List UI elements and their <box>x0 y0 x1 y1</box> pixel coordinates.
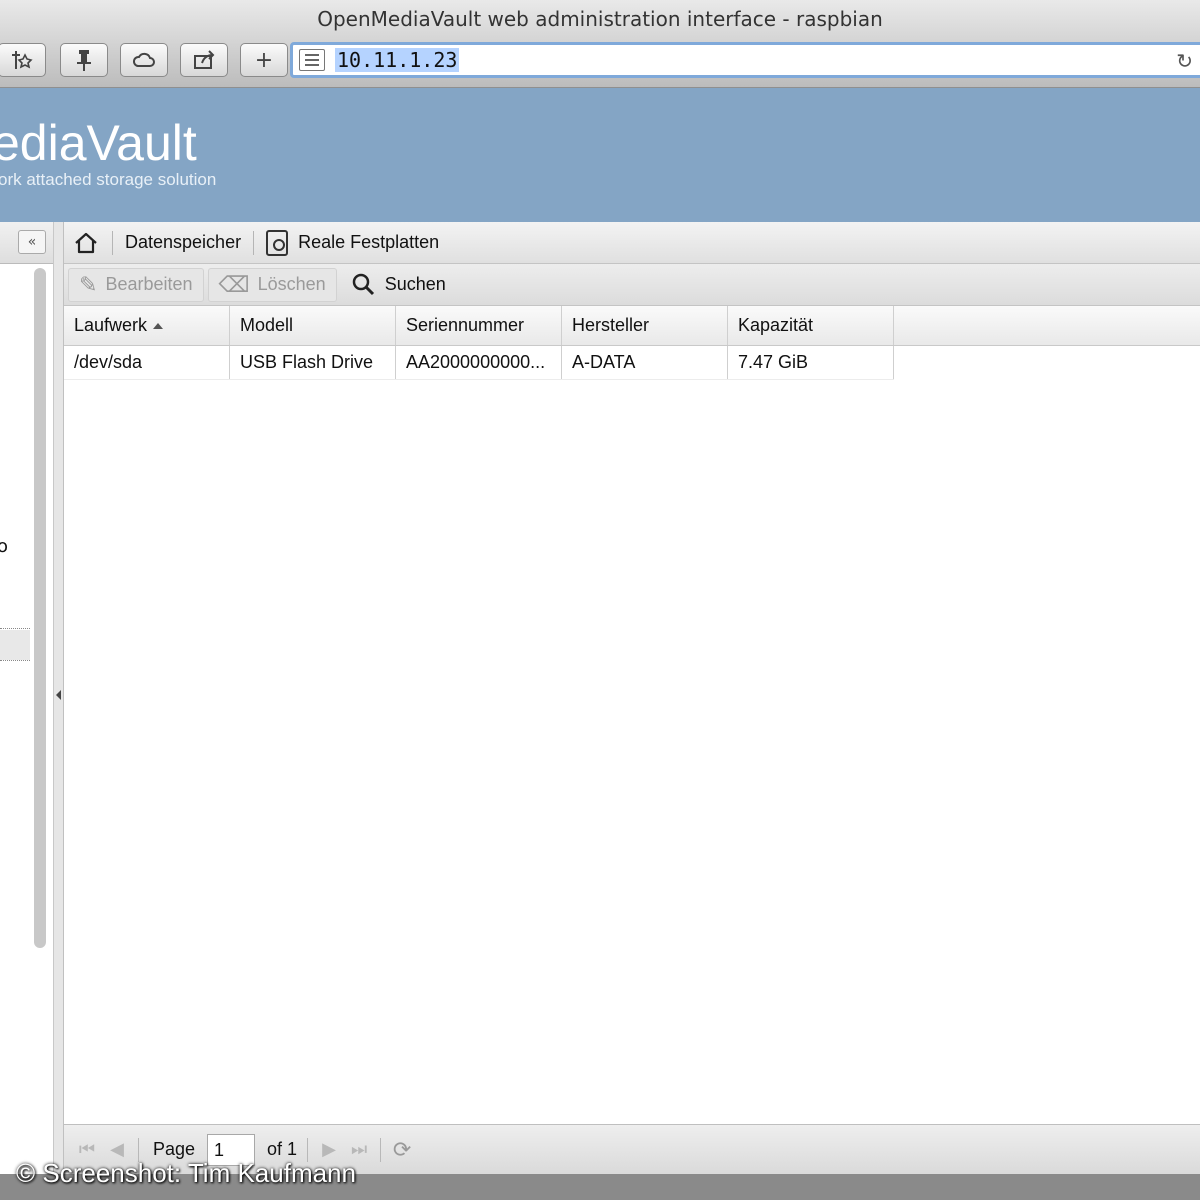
reader-icon[interactable] <box>299 49 325 71</box>
column-header-filler <box>894 306 1200 345</box>
delete-button[interactable]: ⌫ Löschen <box>207 267 337 302</box>
breadcrumb-separator <box>253 230 255 255</box>
pencil-icon: ✎ <box>79 271 98 297</box>
search-icon <box>352 273 374 295</box>
share-button[interactable] <box>180 43 228 77</box>
previous-page-icon[interactable]: ◀ <box>102 1139 132 1160</box>
pin-button[interactable] <box>60 43 108 77</box>
watermark-text: © Screenshot: Tim Kaufmann <box>16 1158 356 1188</box>
column-header-seriennummer[interactable]: Seriennummer <box>396 306 562 345</box>
url-text[interactable]: 10.11.1.23 <box>335 48 460 72</box>
main-panel: Datenspeicher Reale Festplatten ✎ Bearbe… <box>64 222 1200 1200</box>
table-cell: AA2000000000... <box>396 346 562 379</box>
plus-icon: + <box>254 47 274 73</box>
next-page-icon[interactable]: ▶ <box>314 1139 344 1160</box>
icloud-button[interactable] <box>120 43 168 77</box>
column-header-label: Laufwerk <box>74 315 148 335</box>
navigation-scrollbar[interactable] <box>34 268 46 948</box>
table-cell: A-DATA <box>562 346 728 379</box>
column-header-modell[interactable]: Modell <box>230 306 396 345</box>
last-page-icon[interactable]: ⏭ <box>344 1139 374 1160</box>
breadcrumb-item-reale-festplatten[interactable]: Reale Festplatten <box>298 232 439 253</box>
collapse-panel-button[interactable]: « <box>18 230 46 254</box>
pin-icon <box>77 50 91 71</box>
disk-grid: Laufwerk Modell Seriennummer Hersteller … <box>64 306 1200 380</box>
page-label: Page <box>153 1139 196 1159</box>
grid-header: Laufwerk Modell Seriennummer Hersteller … <box>64 306 1200 346</box>
navigation-divider <box>0 628 30 629</box>
window-title: OpenMediaVault web administration interf… <box>0 0 1200 38</box>
eraser-icon: ⌫ <box>218 271 250 297</box>
search-button[interactable]: Suchen <box>341 268 456 302</box>
page-count-label: of 1 <box>267 1139 298 1159</box>
navigation-panel: « o <box>0 222 54 1200</box>
column-header-laufwerk[interactable]: Laufwerk <box>64 306 230 345</box>
table-cell: 7.47 GiB <box>728 346 894 379</box>
harddisk-icon <box>266 229 289 256</box>
first-page-icon[interactable]: ⏮ <box>72 1139 102 1160</box>
column-header-hersteller[interactable]: Hersteller <box>562 306 728 345</box>
browser-toolbar: + 10.11.1.23 ↻ <box>0 38 1200 88</box>
search-button-label: Suchen <box>384 274 446 294</box>
column-header-kapazitaet[interactable]: Kapazität <box>728 306 894 345</box>
reload-icon[interactable]: ↻ <box>1176 49 1193 73</box>
navigation-item-fragment[interactable]: o <box>0 536 8 557</box>
action-toolbar: ✎ Bearbeiten ⌫ Löschen Suchen <box>64 264 1200 306</box>
column-header-label: Kapazität <box>738 315 814 335</box>
edit-button-label: Bearbeiten <box>105 274 193 294</box>
column-header-label: Hersteller <box>572 315 650 335</box>
sort-ascending-icon <box>153 322 164 329</box>
splitter-arrow-icon[interactable] <box>56 690 61 700</box>
navigation-item-selected[interactable] <box>0 630 30 660</box>
app-header: ediaVault ork attached storage solution <box>0 88 1200 222</box>
table-cell: USB Flash Drive <box>230 346 396 379</box>
column-header-label: Modell <box>240 315 294 335</box>
refresh-icon[interactable]: ⟳ <box>387 1137 417 1163</box>
column-header-label: Seriennummer <box>406 315 525 335</box>
home-button[interactable] <box>72 229 100 257</box>
bookmark-add-button[interactable] <box>0 43 46 77</box>
logo-title: ediaVault <box>0 115 197 171</box>
cloud-icon <box>132 52 155 67</box>
home-icon <box>75 232 97 253</box>
address-bar[interactable]: 10.11.1.23 ↻ <box>290 42 1200 78</box>
table-cell: /dev/sda <box>64 346 230 379</box>
delete-button-label: Löschen <box>257 274 326 294</box>
breadcrumb-item-datenspeicher[interactable]: Datenspeicher <box>125 232 241 253</box>
star-plus-icon <box>12 51 33 69</box>
navigation-panel-header: « <box>0 222 53 264</box>
breadcrumb-separator <box>112 230 113 255</box>
logo-subtitle: ork attached storage solution <box>0 170 217 189</box>
paging-separator <box>380 1137 382 1162</box>
breadcrumb: Datenspeicher Reale Festplatten <box>64 222 1200 264</box>
navigation-divider <box>0 660 30 661</box>
new-tab-button[interactable]: + <box>240 43 288 77</box>
share-icon <box>194 50 215 69</box>
edit-button[interactable]: ✎ Bearbeiten <box>68 267 204 302</box>
table-row[interactable]: /dev/sda USB Flash Drive AA2000000000...… <box>64 346 894 380</box>
panel-splitter[interactable] <box>54 222 64 1200</box>
